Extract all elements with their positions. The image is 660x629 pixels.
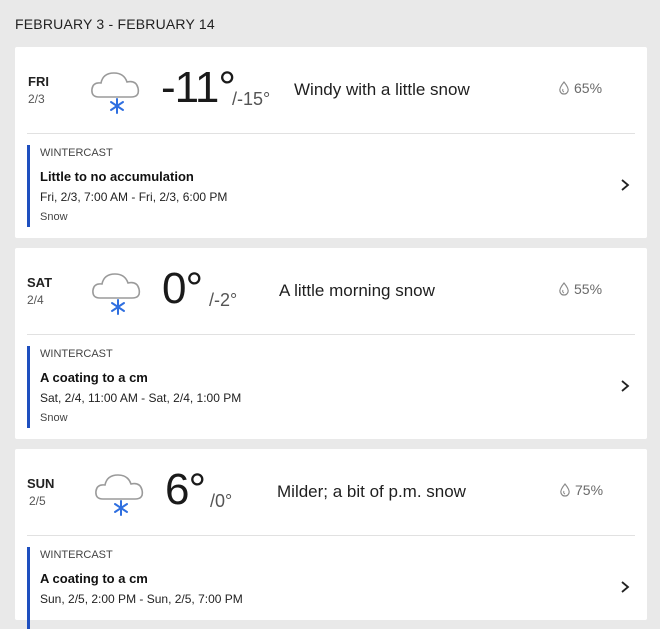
- forecast-phrase: A little morning snow: [279, 281, 435, 300]
- wintercast-title: A coating to a cm: [40, 370, 148, 385]
- divider: [27, 133, 635, 134]
- day-name: SUN: [27, 476, 55, 491]
- forecast-phrase: Windy with a little snow: [294, 80, 470, 99]
- wintercast-type: Snow: [40, 211, 68, 223]
- high-temp: 0°: [162, 264, 203, 313]
- day-date: 2/5: [29, 494, 46, 508]
- wintercast-panel[interactable]: WINTERCAST Little to no accumulation Fri…: [27, 145, 635, 227]
- chevron-right-icon[interactable]: [619, 580, 631, 594]
- divider: [27, 334, 635, 335]
- day-name: FRI: [28, 74, 49, 89]
- low-temp: /-15°: [232, 89, 271, 109]
- date-range-heading: FEBRUARY 3 - FEBRUARY 14: [15, 16, 215, 32]
- wintercast-time: Sat, 2/4, 11:00 AM - Sat, 2/4, 1:00 PM: [40, 391, 242, 405]
- cloud-snow-icon: [92, 273, 141, 315]
- forecast-phrase: Milder; a bit of p.m. snow: [277, 482, 466, 501]
- precip-value: 55%: [574, 281, 603, 297]
- cloud-snow-icon: [95, 474, 144, 516]
- raindrop-icon: [559, 81, 569, 95]
- day-card-fri[interactable]: FRI 2/3 -11° /-15° Windy with a little s…: [15, 47, 647, 238]
- wintercast-title: A coating to a cm: [40, 571, 148, 586]
- raindrop-icon: [560, 483, 570, 497]
- divider: [27, 535, 635, 536]
- precip-value: 75%: [575, 482, 604, 498]
- wintercast-panel[interactable]: WINTERCAST A coating to a cm Sat, 2/4, 1…: [27, 346, 635, 428]
- precip-chance: 75%: [559, 482, 603, 498]
- precip-chance: 55%: [558, 281, 602, 297]
- chevron-right-icon[interactable]: [619, 178, 631, 192]
- wintercast-accent-bar: [27, 346, 30, 428]
- wintercast-tag: WINTERCAST: [40, 348, 113, 360]
- day-summary-row[interactable]: FRI 2/3 -11° /-15° Windy with a little s…: [15, 47, 647, 133]
- precip-chance: 65%: [558, 80, 602, 96]
- day-name: SAT: [27, 275, 53, 290]
- low-temp: /0°: [210, 491, 233, 511]
- day-date: 2/3: [28, 92, 45, 106]
- wintercast-tag: WINTERCAST: [40, 147, 113, 159]
- wintercast-tag: WINTERCAST: [40, 549, 113, 561]
- wintercast-accent-bar: [27, 547, 30, 629]
- day-date: 2/4: [27, 293, 44, 307]
- day-summary-row[interactable]: SUN 2/5 6° /0° Milder; a bit of p.m. sno…: [15, 449, 647, 535]
- high-temp: 6°: [165, 465, 206, 514]
- low-temp: /-2°: [209, 290, 238, 310]
- cloud-snow-icon: [91, 72, 140, 114]
- raindrop-icon: [559, 282, 569, 296]
- wintercast-time: Sun, 2/5, 2:00 PM - Sun, 2/5, 7:00 PM: [40, 592, 243, 606]
- high-temp: -11°: [161, 63, 236, 112]
- wintercast-time: Fri, 2/3, 7:00 AM - Fri, 2/3, 6:00 PM: [40, 190, 228, 204]
- day-card-sun[interactable]: SUN 2/5 6° /0° Milder; a bit of p.m. sno…: [15, 449, 647, 629]
- day-summary-row[interactable]: SAT 2/4 0° /-2° A little morning snow 55…: [15, 248, 647, 334]
- wintercast-title: Little to no accumulation: [40, 169, 194, 184]
- wintercast-accent-bar: [27, 145, 30, 227]
- chevron-right-icon[interactable]: [619, 379, 631, 393]
- wintercast-panel[interactable]: WINTERCAST A coating to a cm Sun, 2/5, 2…: [27, 547, 635, 629]
- precip-value: 65%: [574, 80, 603, 96]
- day-card-sat[interactable]: SAT 2/4 0° /-2° A little morning snow 55…: [15, 248, 647, 439]
- wintercast-type: Snow: [40, 412, 68, 424]
